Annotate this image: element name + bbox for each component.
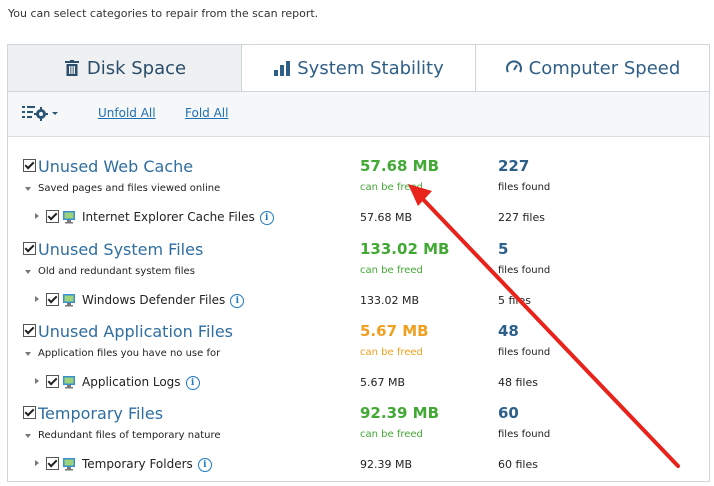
item-count: 60 files xyxy=(498,458,538,471)
item-size: 133.02 MB xyxy=(360,294,420,307)
computer-icon xyxy=(62,456,76,471)
files-count: 5 xyxy=(498,240,509,258)
info-icon[interactable]: i xyxy=(230,294,245,308)
category-checkbox[interactable] xyxy=(23,159,36,172)
category-description: Old and redundant system files xyxy=(38,266,195,277)
files-found-label: files found xyxy=(498,265,551,276)
expand-arrow-icon[interactable] xyxy=(35,213,39,219)
expand-arrow-icon[interactable] xyxy=(35,378,39,384)
category-title[interactable]: Unused Application Files xyxy=(38,322,233,341)
collapse-arrow-icon[interactable] xyxy=(25,270,31,274)
fold-all-link[interactable]: Fold All xyxy=(185,106,228,120)
speedometer-icon xyxy=(505,59,523,77)
tab-computer-speed[interactable]: Computer Speed xyxy=(476,45,709,91)
toolbar: Unfold All Fold All xyxy=(8,92,709,137)
files-count: 60 xyxy=(498,404,519,422)
freeable-size: 5.67 MB xyxy=(360,322,429,340)
files-found-label: files found xyxy=(498,182,551,193)
tab-label: Disk Space xyxy=(86,57,187,79)
info-icon[interactable]: i xyxy=(197,458,212,472)
item-label: Internet Explorer Cache Files xyxy=(82,210,255,224)
collapse-arrow-icon[interactable] xyxy=(25,187,31,191)
category-unused-application-files: Unused Application Files Application fil… xyxy=(8,318,709,402)
list-item: Application Logs i 5.67 MB 48 files xyxy=(8,370,709,394)
trash-icon xyxy=(63,59,81,77)
info-icon[interactable]: i xyxy=(259,211,274,225)
item-label: Windows Defender Files xyxy=(82,293,226,307)
item-checkbox[interactable] xyxy=(46,210,59,223)
category-unused-system-files: Unused System Files Old and redundant sy… xyxy=(8,236,709,320)
item-checkbox[interactable] xyxy=(46,375,59,388)
tab-label: System Stability xyxy=(297,57,444,79)
category-unused-web-cache: Unused Web Cache Saved pages and files v… xyxy=(8,153,709,237)
expand-arrow-icon[interactable] xyxy=(35,460,39,466)
info-icon[interactable]: i xyxy=(185,376,200,390)
item-size: 92.39 MB xyxy=(360,458,413,471)
tab-disk-space[interactable]: Disk Space xyxy=(8,45,242,91)
settings-dropdown-icon xyxy=(22,103,58,125)
freeable-label: can be freed xyxy=(360,182,423,193)
item-count: 227 files xyxy=(498,211,545,224)
instruction-text: You can select categories to repair from… xyxy=(8,7,319,20)
category-tabs: Disk Space System Stability Computer Spe… xyxy=(8,45,709,92)
list-item: Temporary Folders i 92.39 MB 60 files xyxy=(8,452,709,476)
freeable-label: can be freed xyxy=(360,265,423,276)
freeable-size: 57.68 MB xyxy=(360,157,440,175)
settings-dropdown-button[interactable] xyxy=(22,104,60,124)
item-size: 5.67 MB xyxy=(360,376,406,389)
item-label: Temporary Folders xyxy=(82,457,193,471)
tab-system-stability[interactable]: System Stability xyxy=(242,45,476,91)
category-checkbox[interactable] xyxy=(23,324,36,337)
computer-icon xyxy=(62,209,76,224)
freeable-label: can be freed xyxy=(360,347,423,358)
files-found-label: files found xyxy=(498,347,551,358)
collapse-arrow-icon[interactable] xyxy=(25,352,31,356)
list-item: Windows Defender Files i 133.02 MB 5 file… xyxy=(8,288,709,312)
freeable-size: 133.02 MB xyxy=(360,240,450,258)
freeable-size: 92.39 MB xyxy=(360,404,440,422)
item-count: 5 files xyxy=(498,294,531,307)
files-count: 227 xyxy=(498,157,530,175)
computer-icon xyxy=(62,292,76,307)
category-temporary-files: Temporary Files Redundant files of tempo… xyxy=(8,400,709,484)
item-label: Application Logs xyxy=(82,375,181,389)
category-title[interactable]: Unused System Files xyxy=(38,240,203,259)
category-title[interactable]: Unused Web Cache xyxy=(38,157,193,176)
category-description: Application files you have no use for xyxy=(38,348,221,359)
unfold-all-link[interactable]: Unfold All xyxy=(98,106,156,120)
item-checkbox[interactable] xyxy=(46,293,59,306)
category-checkbox[interactable] xyxy=(23,242,36,255)
tab-label: Computer Speed xyxy=(528,57,681,79)
item-size: 57.68 MB xyxy=(360,211,413,224)
category-description: Saved pages and files viewed online xyxy=(38,183,221,194)
collapse-arrow-icon[interactable] xyxy=(25,434,31,438)
computer-icon xyxy=(62,374,76,389)
list-item: Internet Explorer Cache Files i 57.68 MB … xyxy=(8,205,709,229)
category-checkbox[interactable] xyxy=(23,406,36,419)
files-count: 48 xyxy=(498,322,519,340)
category-title[interactable]: Temporary Files xyxy=(38,404,163,423)
item-count: 48 files xyxy=(498,376,538,389)
files-found-label: files found xyxy=(498,429,551,440)
item-checkbox[interactable] xyxy=(46,457,59,470)
bar-chart-icon xyxy=(273,59,291,77)
freeable-label: can be freed xyxy=(360,429,423,440)
scan-report-panel: Disk Space System Stability Computer Spe… xyxy=(7,44,710,482)
category-description: Redundant files of temporary nature xyxy=(38,430,221,441)
expand-arrow-icon[interactable] xyxy=(35,296,39,302)
